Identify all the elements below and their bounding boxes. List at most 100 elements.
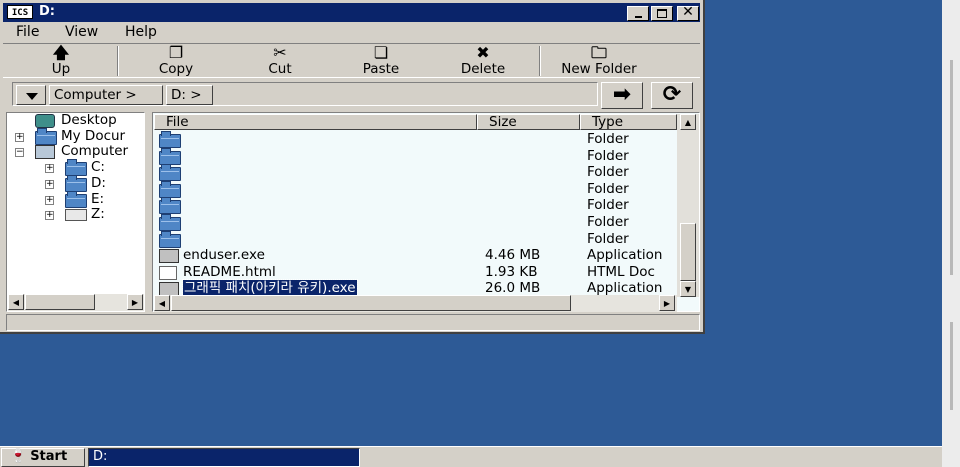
window-title: D: bbox=[39, 4, 55, 19]
application-icon bbox=[159, 249, 179, 264]
file-list-vertical-scrollbar[interactable]: ▲ ▼ bbox=[677, 114, 699, 297]
tree-item-label: Desktop bbox=[61, 112, 117, 128]
new-folder-label: New Folder bbox=[561, 61, 637, 77]
folder-graphic bbox=[65, 159, 87, 176]
collapse-icon[interactable]: − bbox=[15, 148, 24, 157]
page-scrollbar-thumb[interactable] bbox=[950, 60, 953, 275]
maximize-button[interactable] bbox=[651, 6, 673, 21]
scroll-right-button[interactable]: ▶ bbox=[127, 294, 143, 310]
file-type: Folder bbox=[587, 131, 629, 147]
expand-icon[interactable]: + bbox=[45, 164, 54, 173]
folder-icon bbox=[159, 147, 181, 165]
paste-button[interactable]: ❏ Paste bbox=[355, 44, 407, 78]
scroll-up-button[interactable]: ▲ bbox=[680, 114, 696, 130]
file-list-horizontal-scrollbar[interactable]: ◀ ▶ bbox=[154, 295, 677, 312]
new-folder-button[interactable]: 🗀 New Folder bbox=[550, 44, 648, 78]
file-row[interactable]: Folder bbox=[155, 164, 677, 182]
close-icon: ✕ bbox=[682, 4, 694, 20]
new-folder-icon: 🗀 bbox=[590, 43, 607, 62]
breadcrumb-computer[interactable]: Computer > bbox=[49, 85, 163, 105]
tree-horizontal-scrollbar[interactable]: ◀ ▶ bbox=[8, 294, 144, 311]
title-bar[interactable]: ICS D: ✕ bbox=[3, 3, 700, 22]
file-name: README.html bbox=[183, 263, 276, 280]
file-manager-window: ICS D: ✕ File View Help 🡅 Up ❐ Copy ✂ Cu… bbox=[0, 0, 705, 334]
breadcrumb-d-drive[interactable]: D: > bbox=[166, 85, 213, 105]
page-scrollbar[interactable] bbox=[942, 0, 960, 467]
file-type: Folder bbox=[587, 147, 629, 164]
file-row[interactable]: Folder bbox=[155, 214, 677, 231]
expand-icon[interactable]: + bbox=[45, 196, 54, 205]
tree-item-label: D: bbox=[91, 175, 106, 191]
maximize-icon bbox=[657, 9, 667, 18]
refresh-button[interactable]: ⟳ bbox=[651, 82, 693, 109]
scroll-right-button[interactable]: ▶ bbox=[659, 295, 675, 311]
scroll-thumb[interactable] bbox=[171, 295, 571, 311]
file-row[interactable]: Folder bbox=[155, 230, 677, 248]
file-type: Application bbox=[587, 280, 663, 297]
file-row[interactable]: Folder bbox=[155, 197, 677, 215]
close-button[interactable]: ✕ bbox=[677, 4, 699, 21]
file-type: HTML Doc bbox=[587, 263, 655, 280]
address-dropdown-button[interactable] bbox=[16, 85, 46, 105]
scroll-left-button[interactable]: ◀ bbox=[154, 295, 170, 311]
menu-bar: File View Help bbox=[3, 22, 700, 42]
column-header-type[interactable]: Type bbox=[580, 114, 677, 130]
file-row[interactable]: Folder bbox=[155, 147, 677, 165]
tree-item-label: Computer bbox=[61, 143, 129, 159]
folder-icon bbox=[65, 191, 87, 208]
up-button[interactable]: 🡅 Up bbox=[41, 44, 81, 78]
file-type: Folder bbox=[587, 164, 629, 181]
start-button[interactable]: 🍷 Start bbox=[1, 448, 85, 467]
file-row[interactable]: README.html 1.93 KB HTML Doc bbox=[155, 264, 677, 281]
scroll-left-button[interactable]: ◀ bbox=[8, 294, 24, 310]
folder-graphic bbox=[65, 191, 87, 208]
file-type: Folder bbox=[587, 180, 629, 197]
file-name: enduser.exe bbox=[183, 247, 265, 264]
copy-button[interactable]: ❐ Copy bbox=[150, 44, 202, 78]
toolbar-separator bbox=[117, 46, 119, 76]
expand-icon[interactable]: + bbox=[45, 180, 54, 189]
delete-x-icon: ✖ bbox=[476, 43, 490, 62]
html-file-icon bbox=[159, 265, 177, 280]
menu-file[interactable]: File bbox=[16, 24, 39, 40]
page-scrollbar-thumb-lower[interactable] bbox=[950, 322, 953, 410]
folder-icon bbox=[159, 214, 181, 231]
folder-tree[interactable]: Desktop + My Docur − Computer + C: + D: … bbox=[6, 112, 145, 312]
minimize-button[interactable] bbox=[627, 6, 649, 21]
tree-item-label: C: bbox=[91, 159, 105, 175]
folder-icon bbox=[159, 230, 181, 248]
expand-icon[interactable]: + bbox=[45, 211, 54, 220]
app-icon: ICS bbox=[7, 5, 33, 19]
folder-icon bbox=[159, 180, 181, 198]
taskbar-item-d-drive[interactable]: D: bbox=[88, 448, 360, 467]
folder-icon bbox=[159, 164, 181, 182]
menu-view[interactable]: View bbox=[65, 24, 98, 40]
column-header-file[interactable]: File bbox=[154, 114, 477, 130]
delete-label: Delete bbox=[460, 61, 506, 77]
folder-icon bbox=[159, 131, 181, 148]
file-type: Folder bbox=[587, 197, 629, 214]
file-row[interactable]: Folder bbox=[155, 180, 677, 198]
file-size: 4.46 MB bbox=[485, 247, 541, 264]
column-header-size[interactable]: Size bbox=[477, 114, 580, 130]
scroll-down-button[interactable]: ▼ bbox=[680, 281, 696, 297]
menu-help[interactable]: Help bbox=[125, 24, 157, 40]
file-list[interactable]: File Size Type Folder Folder Folder Folder F… bbox=[152, 112, 700, 312]
arrow-right-icon: ➡ bbox=[612, 82, 632, 107]
file-size: 26.0 MB bbox=[485, 280, 541, 297]
delete-button[interactable]: ✖ Delete bbox=[455, 44, 511, 78]
file-row[interactable]: Folder bbox=[155, 131, 677, 148]
cut-button[interactable]: ✂ Cut bbox=[260, 44, 300, 78]
file-row[interactable]: enduser.exe 4.46 MB Application bbox=[155, 247, 677, 264]
tree-item-label: E: bbox=[91, 191, 105, 207]
address-bar[interactable]: Computer > D: > bbox=[12, 82, 598, 106]
file-size: 1.93 KB bbox=[485, 263, 538, 280]
expand-icon[interactable]: + bbox=[15, 133, 24, 142]
folder-icon bbox=[65, 175, 87, 192]
go-button[interactable]: ➡ bbox=[601, 82, 643, 109]
dropdown-arrow-icon bbox=[26, 93, 38, 100]
drive-graphic bbox=[65, 209, 87, 221]
taskbar: 🍷 Start D: bbox=[0, 446, 942, 467]
scroll-thumb[interactable] bbox=[25, 294, 95, 310]
scroll-thumb[interactable] bbox=[680, 223, 696, 281]
